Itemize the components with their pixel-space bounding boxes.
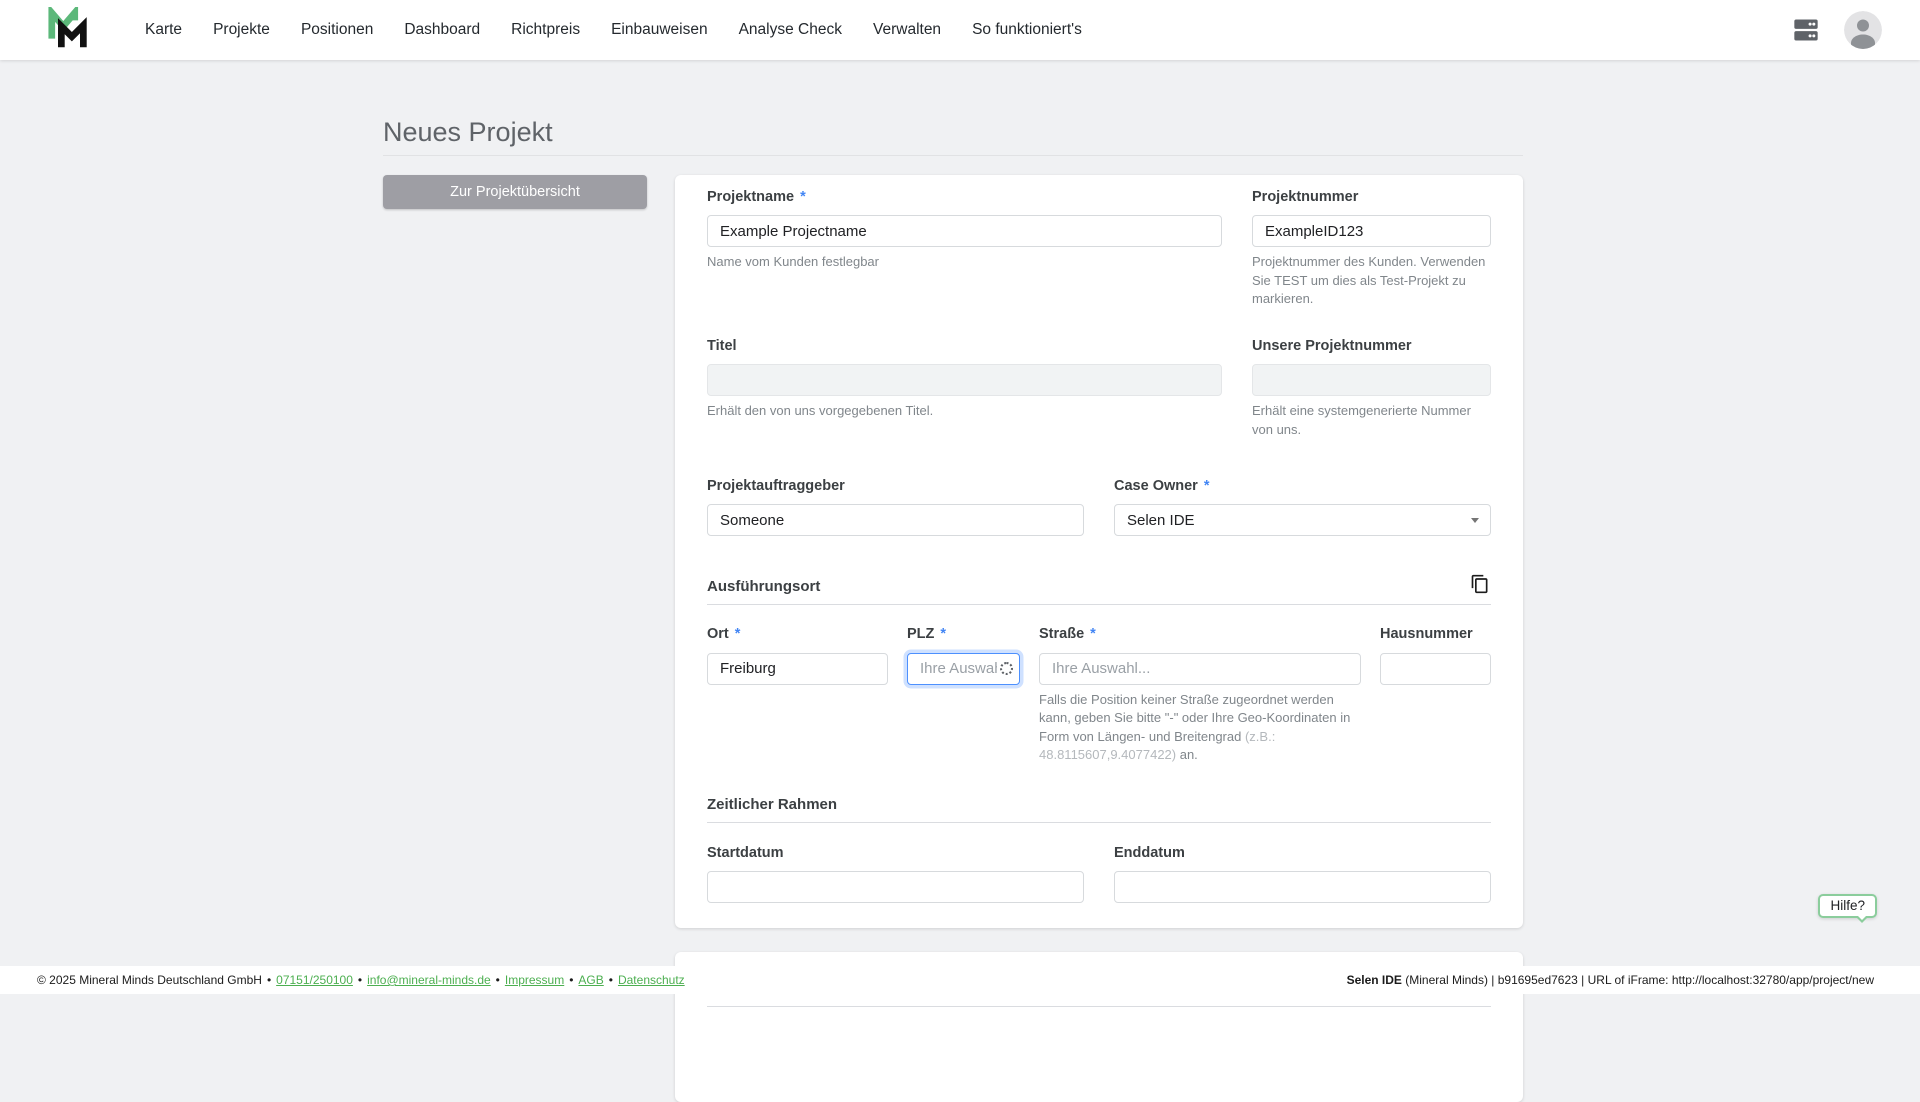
server-status-icon[interactable] <box>1792 15 1822 45</box>
projektauftraggeber-field: Projektauftraggeber <box>707 478 1084 536</box>
required-asterisk: * <box>940 626 946 642</box>
required-asterisk: * <box>800 189 806 205</box>
projektnummer-label: Projektnummer <box>1252 189 1491 206</box>
mineral-minds-logo-icon <box>47 7 91 53</box>
ort-field: Ort * <box>707 626 888 764</box>
left-actions-column: Zur Projektübersicht <box>383 175 647 209</box>
footer-link-agb[interactable]: AGB <box>578 973 603 987</box>
nav-item-dashboard[interactable]: Dashboard <box>404 21 480 39</box>
nav-item-positionen[interactable]: Positionen <box>301 21 373 39</box>
nav-item-verwalten[interactable]: Verwalten <box>873 21 941 39</box>
page-header: Neues Projekt <box>383 60 1523 156</box>
case-owner-label: Case Owner <box>1114 478 1198 494</box>
ausfuehrungsort-title: Ausführungsort <box>707 578 820 595</box>
projektnummer-field: Projektnummer Projektnummer des Kunden. … <box>1252 189 1491 309</box>
titel-hint: Erhält den von uns vorgegebenen Titel. <box>707 402 1222 420</box>
case-owner-select[interactable]: Selen IDE <box>1114 504 1491 536</box>
session-info: Selen IDE (Mineral Minds) | b91695ed7623… <box>1347 973 1874 987</box>
page-title: Neues Projekt <box>383 117 1523 148</box>
nav-item-einbauweisen[interactable]: Einbauweisen <box>611 21 708 39</box>
projektname-label: Projektname <box>707 189 794 205</box>
unsere-projektnummer-label: Unsere Projektnummer <box>1252 338 1491 355</box>
row-address: Ort * PLZ * <box>707 626 1491 764</box>
projektname-hint: Name vom Kunden festlegbar <box>707 253 1222 271</box>
session-details: (Mineral Minds) | b91695ed7623 | URL of … <box>1402 973 1874 987</box>
startdatum-label: Startdatum <box>707 845 1084 862</box>
footer-legal: © 2025 Mineral Minds Deutschland GmbH • … <box>37 973 685 987</box>
app-logo[interactable] <box>47 7 91 53</box>
help-button[interactable]: Hilfe? <box>1818 894 1877 918</box>
strasse-label: Straße <box>1039 626 1084 642</box>
projektname-input[interactable] <box>707 215 1222 247</box>
nav-item-karte[interactable]: Karte <box>145 21 182 39</box>
chevron-down-icon <box>1471 518 1479 523</box>
ausfuehrungsort-section-header: Ausführungsort <box>707 573 1491 605</box>
case-owner-selected-value: Selen IDE <box>1127 512 1195 529</box>
back-to-project-overview-button[interactable]: Zur Projektübersicht <box>383 175 647 209</box>
nav-item-analyse-check[interactable]: Analyse Check <box>739 21 842 39</box>
copyright-text: © 2025 Mineral Minds Deutschland GmbH <box>37 973 262 987</box>
required-asterisk: * <box>1090 626 1096 642</box>
row-dates: Startdatum Enddatum <box>707 845 1491 903</box>
strasse-input[interactable] <box>1039 653 1361 685</box>
startdatum-input[interactable] <box>707 871 1084 903</box>
top-navigation-bar: Karte Projekte Positionen Dashboard Rich… <box>0 0 1920 60</box>
nav-item-so-funktionierts[interactable]: So funktioniert's <box>972 21 1082 39</box>
row-titel-number: Titel Erhält den von uns vorgegebenen Ti… <box>707 338 1491 439</box>
required-asterisk: * <box>735 626 741 642</box>
plz-field: PLZ * <box>907 626 1020 764</box>
row-client-owner: Projektauftraggeber Case Owner * Selen I… <box>707 478 1491 536</box>
projektnummer-hint: Projektnummer des Kunden. Verwenden Sie … <box>1252 253 1491 308</box>
footer-link-phone[interactable]: 07151/250100 <box>276 973 353 987</box>
footer-link-impressum[interactable]: Impressum <box>505 973 564 987</box>
footer-link-datenschutz[interactable]: Datenschutz <box>618 973 685 987</box>
user-avatar[interactable] <box>1844 11 1882 49</box>
nav-right-actions <box>1792 11 1882 49</box>
unsere-projektnummer-input <box>1252 364 1491 396</box>
row-name-number: Projektname * Name vom Kunden festlegbar… <box>707 189 1491 309</box>
titel-field: Titel Erhält den von uns vorgegebenen Ti… <box>707 338 1222 439</box>
titel-input <box>707 364 1222 396</box>
projektauftraggeber-input[interactable] <box>707 504 1084 536</box>
form-cards-column: Projektname * Name vom Kunden festlegbar… <box>675 175 1523 1102</box>
hausnummer-input[interactable] <box>1380 653 1491 685</box>
unsere-projektnummer-hint: Erhält eine systemgenerierte Nummer von … <box>1252 402 1491 439</box>
session-user: Selen IDE <box>1347 973 1402 987</box>
page-content: Neues Projekt Zur Projektübersicht Proje… <box>0 60 1920 1102</box>
person-icon <box>1844 11 1882 49</box>
enddatum-field: Enddatum <box>1114 845 1491 903</box>
hausnummer-field: Hausnummer <box>1380 626 1491 764</box>
projektname-field: Projektname * Name vom Kunden festlegbar <box>707 189 1222 309</box>
copy-icon <box>1470 574 1490 594</box>
projektauftraggeber-label: Projektauftraggeber <box>707 478 1084 495</box>
required-asterisk: * <box>1204 478 1210 494</box>
startdatum-field: Startdatum <box>707 845 1084 903</box>
main-menu: Karte Projekte Positionen Dashboard Rich… <box>145 21 1082 39</box>
new-project-form-card: Projektname * Name vom Kunden festlegbar… <box>675 175 1523 928</box>
strasse-field: Straße * Falls die Position keiner Straß… <box>1039 626 1361 764</box>
footer-link-email[interactable]: info@mineral-minds.de <box>367 973 491 987</box>
copy-address-button[interactable] <box>1469 573 1491 595</box>
nav-item-projekte[interactable]: Projekte <box>213 21 270 39</box>
hausnummer-label: Hausnummer <box>1380 626 1491 643</box>
enddatum-label: Enddatum <box>1114 845 1491 862</box>
unsere-projektnummer-field: Unsere Projektnummer Erhält eine systemg… <box>1252 338 1491 439</box>
zeitlicher-rahmen-section-header: Zeitlicher Rahmen <box>707 796 1491 823</box>
titel-label: Titel <box>707 338 1222 355</box>
ort-input[interactable] <box>707 653 888 685</box>
strasse-hint: Falls die Position keiner Straße zugeord… <box>1039 691 1361 765</box>
enddatum-input[interactable] <box>1114 871 1491 903</box>
nav-item-richtpreis[interactable]: Richtpreis <box>511 21 580 39</box>
plz-label: PLZ <box>907 626 934 642</box>
zeitlicher-rahmen-title: Zeitlicher Rahmen <box>707 796 837 813</box>
case-owner-field: Case Owner * Selen IDE <box>1114 478 1491 536</box>
projektnummer-input[interactable] <box>1252 215 1491 247</box>
ort-label: Ort <box>707 626 729 642</box>
footer: © 2025 Mineral Minds Deutschland GmbH • … <box>0 966 1920 994</box>
